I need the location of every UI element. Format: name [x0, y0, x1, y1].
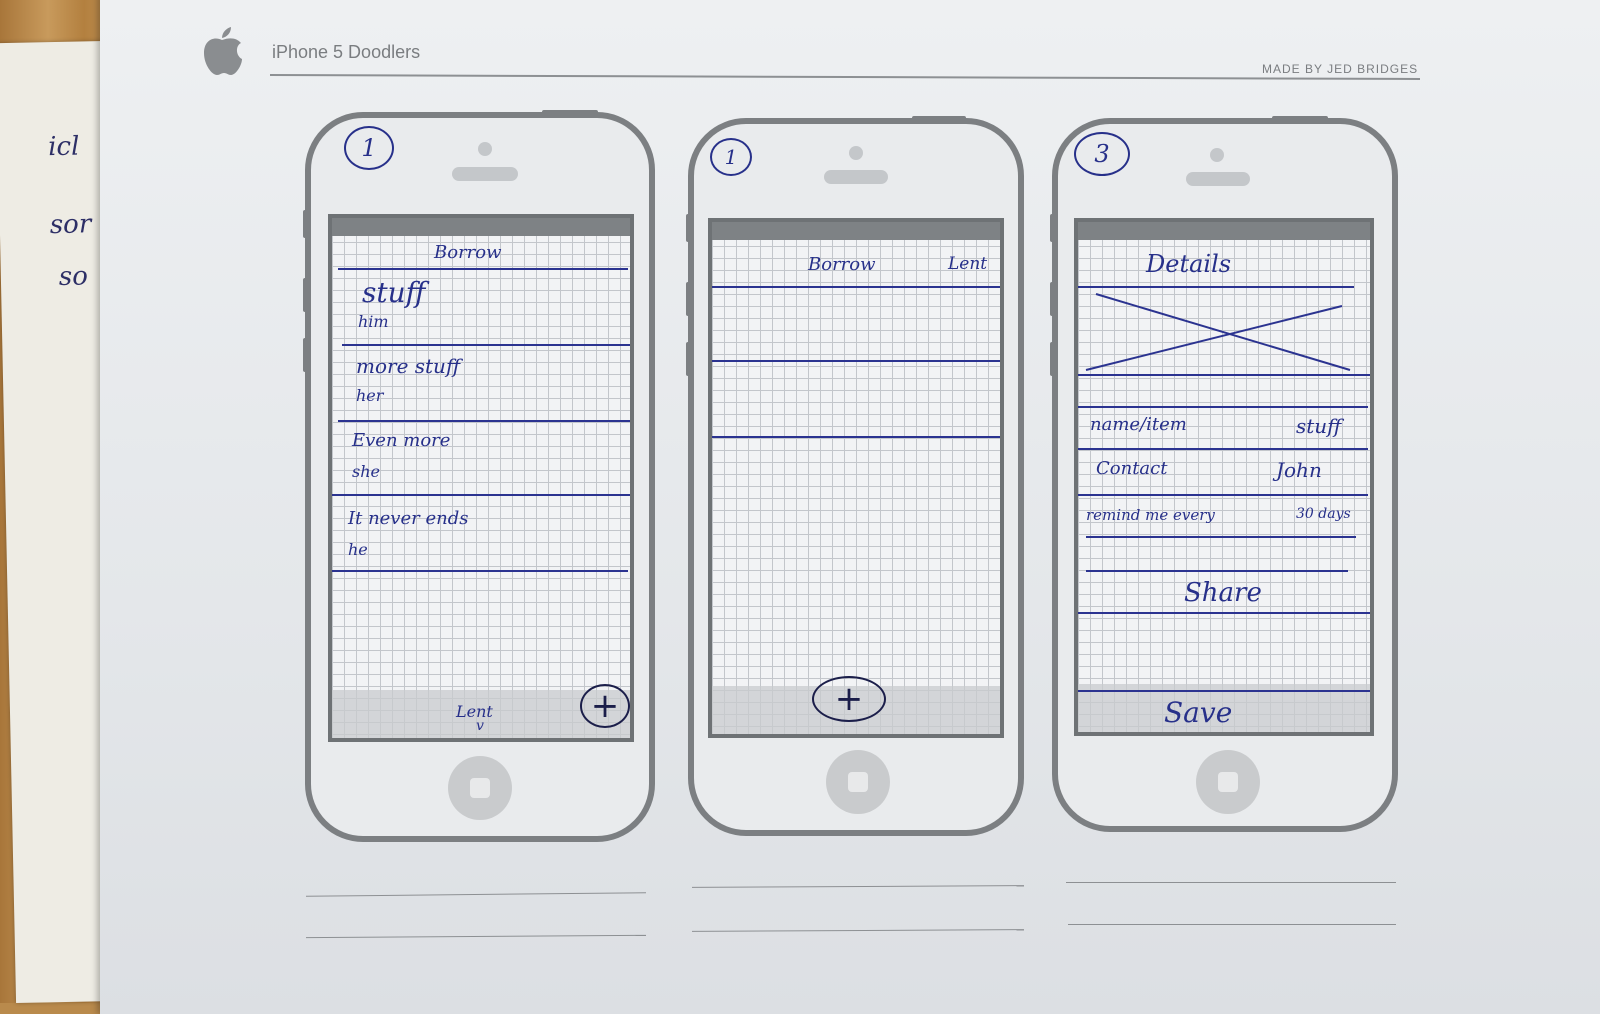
screen-number-badge: 3: [1074, 132, 1130, 176]
screen-number-badge: 1: [710, 138, 752, 176]
nav-divider: [338, 268, 628, 270]
add-button[interactable]: +: [812, 676, 886, 722]
nav-title: Borrow: [434, 242, 502, 263]
volume-up-button: [1050, 282, 1055, 316]
home-button: [1196, 750, 1260, 814]
image-divider: [1078, 374, 1370, 376]
image-placeholder-icon: [1085, 293, 1351, 371]
list-item-title: more stuff: [356, 354, 461, 378]
speaker-grille: [1186, 172, 1250, 186]
row-divider: [332, 494, 630, 496]
field-value: John: [1276, 458, 1322, 482]
background-note-1: icl: [47, 131, 80, 163]
row-divider: [1078, 612, 1370, 614]
home-button: [448, 756, 512, 820]
row-divider: [342, 344, 630, 346]
credit-text: MADE BY JED BRIDGES: [1262, 62, 1419, 76]
list-item-title: Even more: [352, 430, 451, 451]
home-button: [826, 750, 890, 814]
power-button: [1272, 116, 1328, 122]
share-button[interactable]: Share: [1184, 578, 1262, 608]
add-button[interactable]: +: [580, 684, 630, 728]
screen-2: Borrow Lent +: [708, 218, 1004, 738]
row-divider: [1078, 494, 1368, 496]
row-divider: [1086, 570, 1348, 572]
row-divider: [332, 570, 628, 572]
apple-logo-icon: [204, 27, 242, 75]
tab-lent[interactable]: Lent: [948, 254, 987, 274]
camera-icon: [478, 142, 492, 156]
row-divider: [1078, 406, 1368, 408]
row-divider: [1078, 448, 1368, 450]
screen-1: Borrow stuff him more stuff her Even mor…: [328, 214, 634, 742]
mute-switch: [686, 214, 691, 242]
toolbar-divider: [1078, 690, 1370, 692]
row-divider: [1086, 536, 1356, 538]
row-divider: [338, 420, 630, 422]
row-divider: [712, 360, 1000, 362]
camera-icon: [1210, 148, 1224, 162]
list-item-title: stuff: [362, 276, 426, 309]
save-button[interactable]: Save: [1164, 696, 1232, 729]
row-divider: [712, 436, 1000, 438]
volume-down-button: [303, 338, 308, 372]
background-note-2: sor: [49, 209, 92, 241]
field-label: remind me every: [1086, 506, 1215, 524]
status-bar: [712, 222, 1000, 240]
list-item-title: It never ends: [348, 508, 469, 529]
background-note-3: so: [58, 261, 89, 292]
camera-icon: [849, 146, 863, 160]
note-line: [1068, 924, 1396, 925]
list-item-subtitle: her: [356, 386, 384, 405]
chevron-down-icon: v: [476, 718, 484, 734]
volume-down-button: [1050, 342, 1055, 376]
field-value: 30 days: [1296, 506, 1351, 522]
volume-up-button: [303, 278, 308, 312]
power-button: [912, 116, 966, 122]
field-label: Contact: [1096, 458, 1168, 479]
screen-number-badge: 1: [344, 126, 394, 170]
speaker-grille: [824, 170, 888, 184]
list-item-subtitle: he: [348, 540, 368, 559]
field-label: name/item: [1090, 414, 1187, 435]
speaker-grille: [452, 167, 518, 181]
tab-borrow[interactable]: Borrow: [808, 254, 876, 275]
field-value: stuff: [1296, 414, 1342, 438]
note-line: [1066, 882, 1396, 883]
status-bar: [332, 218, 630, 236]
mute-switch: [303, 210, 308, 238]
list-item-subtitle: him: [358, 312, 389, 331]
volume-down-button: [686, 342, 691, 376]
tab-lent-label: Lent: [456, 702, 493, 721]
status-bar: [1078, 222, 1370, 240]
mute-switch: [1050, 214, 1055, 242]
power-button: [542, 110, 598, 116]
volume-up-button: [686, 282, 691, 316]
screen-3: Details name/item stuff Contact John rem…: [1074, 218, 1374, 736]
brand-title: iPhone 5 Doodlers: [272, 42, 421, 62]
nav-divider: [712, 286, 1000, 288]
nav-title: Details: [1146, 250, 1232, 278]
list-item-subtitle: she: [352, 462, 380, 481]
